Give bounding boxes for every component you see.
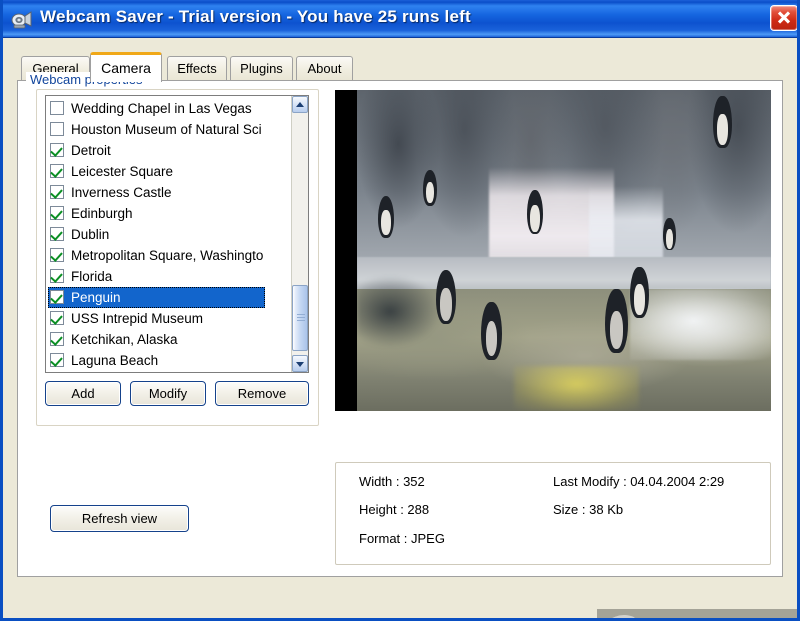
- list-item-selected[interactable]: Penguin: [48, 287, 265, 308]
- webcam-preview-image: [357, 90, 771, 411]
- tab-effects[interactable]: Effects: [167, 56, 227, 81]
- scrollbar-grip-icon: [297, 314, 305, 323]
- property-width: Width : 352: [359, 474, 425, 489]
- list-scrollbar[interactable]: [291, 96, 308, 372]
- list-item-label: Detroit: [71, 143, 111, 158]
- checkbox-checked[interactable]: [50, 269, 64, 283]
- list-item[interactable]: Edinburgh: [48, 203, 293, 224]
- checkbox-checked[interactable]: [50, 185, 64, 199]
- list-item-label: Inverness Castle: [71, 185, 172, 200]
- list-item[interactable]: Laguna Beach: [48, 350, 293, 371]
- list-item[interactable]: Leicester Square: [48, 161, 293, 182]
- webcam-icon: [11, 9, 33, 29]
- property-height: Height : 288: [359, 502, 429, 517]
- list-item[interactable]: Detroit: [48, 140, 293, 161]
- list-item-label: Laguna Beach: [71, 353, 158, 368]
- list-item-label: Penguin: [71, 290, 121, 305]
- checkbox-checked[interactable]: [50, 164, 64, 178]
- list-item[interactable]: USS Intrepid Museum: [48, 308, 293, 329]
- checkbox-checked[interactable]: [50, 353, 64, 367]
- camera-list[interactable]: Wedding Chapel in Las Vegas Houston Muse…: [45, 95, 309, 373]
- remove-button[interactable]: Remove: [215, 381, 309, 406]
- watermark-overlay: 104D.com: [597, 609, 800, 621]
- checkbox-checked[interactable]: [50, 248, 64, 262]
- chevron-up-icon: [296, 102, 304, 107]
- tab-camera[interactable]: Camera: [90, 52, 162, 82]
- checkbox-unchecked[interactable]: [50, 101, 64, 115]
- client-area: General Camera Effects Plugins About Wed…: [3, 38, 797, 615]
- list-item-label: Edinburgh: [71, 206, 133, 221]
- checkbox-checked[interactable]: [50, 332, 64, 346]
- scrollbar-thumb[interactable]: [292, 285, 308, 351]
- list-item[interactable]: Metropolitan Square, Washingto: [48, 245, 293, 266]
- checkbox-checked[interactable]: [50, 227, 64, 241]
- list-item-label: Metropolitan Square, Washingto: [71, 248, 263, 263]
- list-item[interactable]: Houston Museum of Natural Sci: [48, 119, 293, 140]
- list-item[interactable]: Ketchikan, Alaska: [48, 329, 293, 350]
- checkbox-checked[interactable]: [50, 311, 64, 325]
- application-window: Webcam Saver - Trial version - You have …: [0, 0, 800, 621]
- title-bar: Webcam Saver - Trial version - You have …: [3, 0, 800, 38]
- property-last-modify: Last Modify : 04.04.2004 2:29: [553, 474, 724, 489]
- scroll-down-arrow-icon[interactable]: [292, 355, 308, 372]
- watermark-text: 104D.com: [637, 612, 800, 621]
- webcam-preview-frame: [335, 90, 771, 411]
- list-item-label: Houston Museum of Natural Sci: [71, 122, 262, 137]
- add-button[interactable]: Add: [45, 381, 121, 406]
- list-item[interactable]: Dublin: [48, 224, 293, 245]
- list-item-label: USS Intrepid Museum: [71, 311, 203, 326]
- refresh-view-button[interactable]: Refresh view: [50, 505, 189, 532]
- chevron-down-icon: [296, 362, 304, 367]
- property-format: Format : JPEG: [359, 531, 445, 546]
- list-item-label: Leicester Square: [71, 164, 173, 179]
- window-title: Webcam Saver - Trial version - You have …: [40, 7, 471, 27]
- list-item-label: Dublin: [71, 227, 109, 242]
- checkbox-unchecked[interactable]: [50, 122, 64, 136]
- scroll-up-arrow-icon[interactable]: [292, 96, 308, 113]
- list-item-label: Florida: [71, 269, 112, 284]
- close-button[interactable]: [770, 5, 798, 31]
- tab-about[interactable]: About: [296, 56, 353, 81]
- checkbox-checked[interactable]: [50, 206, 64, 220]
- property-size: Size : 38 Kb: [553, 502, 623, 517]
- checkbox-checked[interactable]: [50, 143, 64, 157]
- checkbox-checked[interactable]: [50, 290, 64, 304]
- tab-plugins[interactable]: Plugins: [230, 56, 293, 81]
- tab-page-camera: Wedding Chapel in Las Vegas Houston Muse…: [17, 80, 783, 577]
- list-item-label: Ketchikan, Alaska: [71, 332, 178, 347]
- list-item-label: Wedding Chapel in Las Vegas: [71, 101, 252, 116]
- list-item[interactable]: Florida: [48, 266, 293, 287]
- camera-list-items: Wedding Chapel in Las Vegas Houston Muse…: [46, 96, 293, 371]
- modify-button[interactable]: Modify: [130, 381, 206, 406]
- circular-arrow-icon: [597, 609, 656, 621]
- list-item[interactable]: Wedding Chapel in Las Vegas: [48, 98, 293, 119]
- list-item[interactable]: Inverness Castle: [48, 182, 293, 203]
